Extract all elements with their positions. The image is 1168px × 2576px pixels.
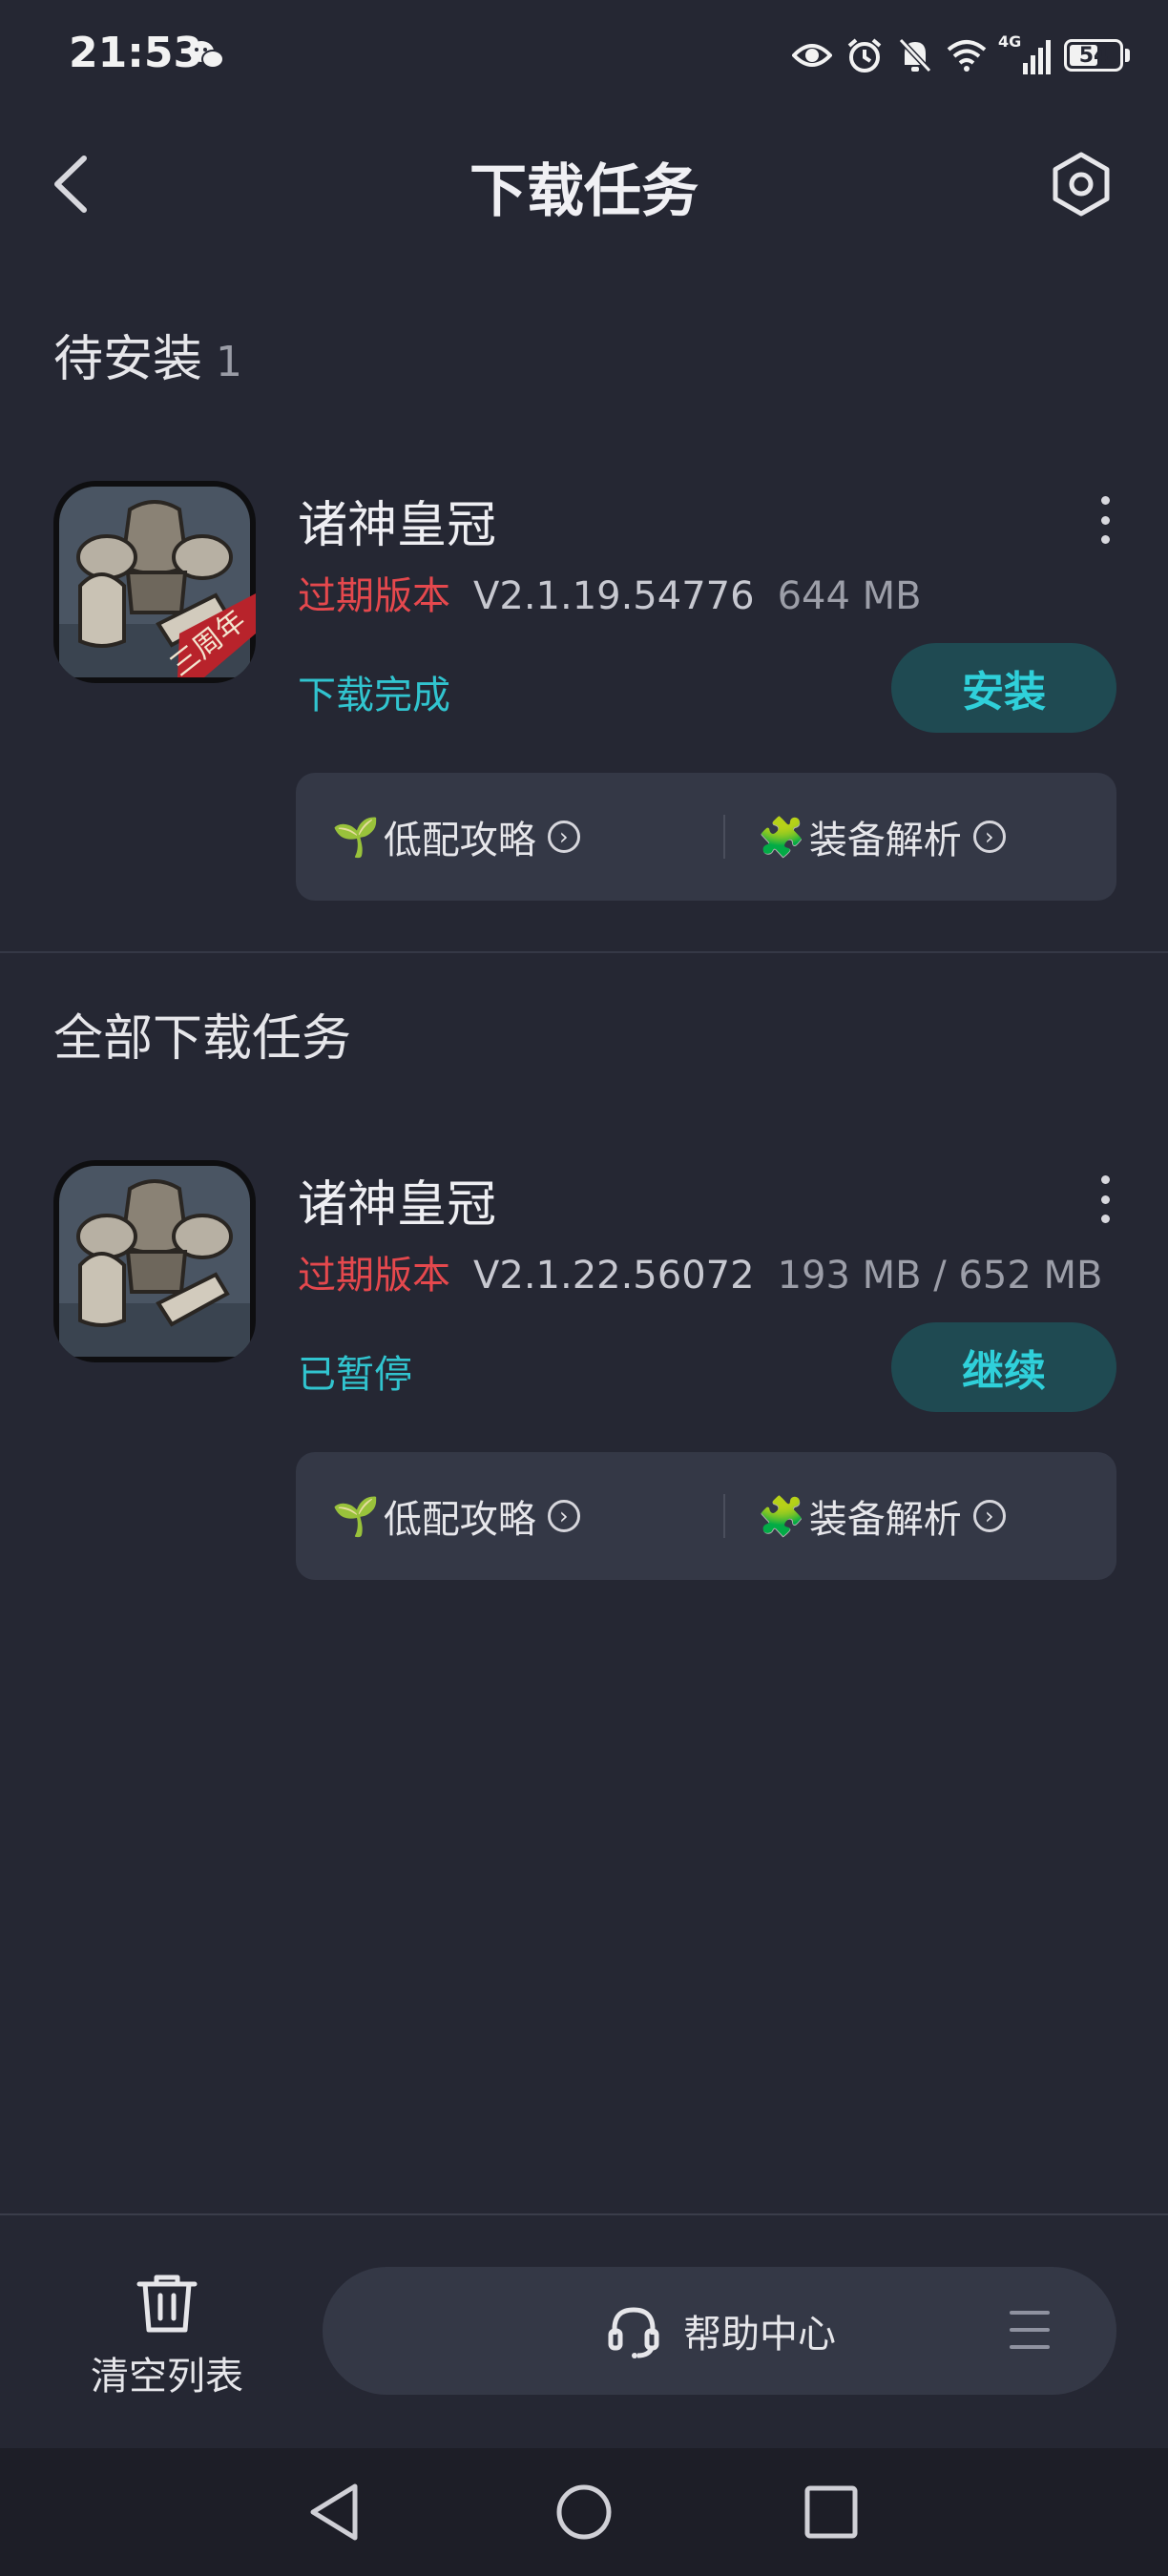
guide-equipment[interactable]: 🧩 装备解析 › bbox=[758, 1452, 1006, 1580]
section-divider bbox=[0, 951, 1168, 953]
nav-back-icon[interactable] bbox=[300, 2477, 370, 2547]
armor-artwork: 三周年 bbox=[59, 487, 256, 683]
nav-home-icon[interactable] bbox=[549, 2477, 619, 2547]
version-text: V2.1.22.56072 bbox=[473, 1254, 755, 1298]
guide-links: 🌱 低配攻略 › 🧩 装备解析 › bbox=[296, 1452, 1116, 1580]
clear-list-label: 清空列表 bbox=[91, 2355, 243, 2399]
guide-label: 低配攻略 bbox=[383, 1498, 536, 1542]
chevron-right-circle-icon: › bbox=[547, 1500, 580, 1532]
network-label: 4G bbox=[998, 32, 1022, 51]
page-title: 下载任务 bbox=[469, 158, 699, 225]
nav-recents-icon[interactable] bbox=[796, 2477, 866, 2547]
trash-icon bbox=[136, 2275, 198, 2333]
guide-divider bbox=[723, 1494, 725, 1538]
guide-label: 装备解析 bbox=[808, 819, 962, 862]
download-state: 已暂停 bbox=[298, 1353, 412, 1397]
mute-icon bbox=[898, 37, 932, 73]
headset-icon bbox=[608, 2307, 659, 2358]
install-button[interactable]: 安装 bbox=[891, 643, 1116, 733]
status-time: 21:53 bbox=[69, 29, 203, 77]
chevron-right-circle-icon: › bbox=[547, 821, 580, 853]
guide-label: 装备解析 bbox=[808, 1498, 962, 1542]
app-meta: 过期版本 V2.1.22.56072 193 MB / 652 MB bbox=[298, 1244, 1103, 1299]
eye-icon bbox=[792, 44, 832, 67]
status-icons: 4G 54 bbox=[792, 32, 1130, 78]
app-name: 诸神皇冠 bbox=[298, 497, 497, 554]
puzzle-icon: 🧩 bbox=[758, 1494, 805, 1539]
expired-tag: 过期版本 bbox=[298, 574, 450, 618]
clear-list-button[interactable]: 清空列表 bbox=[67, 2273, 267, 2400]
guide-label: 低配攻略 bbox=[383, 819, 536, 862]
more-options-button[interactable] bbox=[1094, 1175, 1116, 1223]
guide-links: 🌱 低配攻略 › 🧩 装备解析 › bbox=[296, 773, 1116, 901]
help-center-button[interactable]: 帮助中心 bbox=[323, 2267, 1116, 2395]
app-icon-armor[interactable] bbox=[53, 1160, 256, 1362]
app-meta: 过期版本 V2.1.19.54776 644 MB bbox=[298, 565, 922, 620]
app-name: 诸神皇冠 bbox=[298, 1176, 497, 1234]
menu-icon[interactable] bbox=[1010, 2311, 1050, 2349]
resume-button[interactable]: 继续 bbox=[891, 1322, 1116, 1412]
guide-divider bbox=[723, 815, 725, 859]
settings-button[interactable] bbox=[1048, 151, 1115, 218]
size-text: 644 MB bbox=[777, 574, 922, 618]
guide-low-spec[interactable]: 🌱 低配攻略 › bbox=[332, 773, 580, 901]
signal-4g-icon: 4G bbox=[998, 32, 1051, 74]
app-icon-armor[interactable]: 三周年 bbox=[53, 481, 256, 683]
chevron-right-circle-icon: › bbox=[972, 821, 1006, 853]
system-nav-bar bbox=[0, 2448, 1168, 2576]
more-options-button[interactable] bbox=[1094, 496, 1116, 544]
sprout-icon: 🌱 bbox=[332, 815, 380, 860]
alarm-icon bbox=[847, 38, 882, 73]
wifi-icon bbox=[947, 40, 987, 72]
expired-tag: 过期版本 bbox=[298, 1254, 450, 1298]
size-text: 193 MB / 652 MB bbox=[777, 1254, 1103, 1298]
guide-low-spec[interactable]: 🌱 低配攻略 › bbox=[332, 1452, 580, 1580]
all-section-title: 全部下载任务 bbox=[53, 1010, 352, 1068]
battery-level: 54 bbox=[1078, 43, 1109, 68]
battery-tip bbox=[1125, 49, 1130, 62]
puzzle-icon: 🧩 bbox=[758, 815, 805, 860]
battery-icon: 54 bbox=[1064, 39, 1123, 72]
guide-equipment[interactable]: 🧩 装备解析 › bbox=[758, 773, 1006, 901]
help-center-label: 帮助中心 bbox=[683, 2313, 836, 2357]
download-state: 下载完成 bbox=[298, 674, 450, 717]
chevron-right-circle-icon: › bbox=[972, 1500, 1006, 1532]
sprout-icon: 🌱 bbox=[332, 1494, 380, 1539]
pending-section-title: 待安装 1 bbox=[53, 319, 242, 390]
wechat-icon bbox=[189, 41, 224, 69]
pending-count: 1 bbox=[216, 338, 243, 386]
armor-artwork bbox=[59, 1166, 250, 1357]
version-text: V2.1.19.54776 bbox=[473, 574, 755, 618]
pending-title-text: 待安装 bbox=[53, 331, 203, 388]
